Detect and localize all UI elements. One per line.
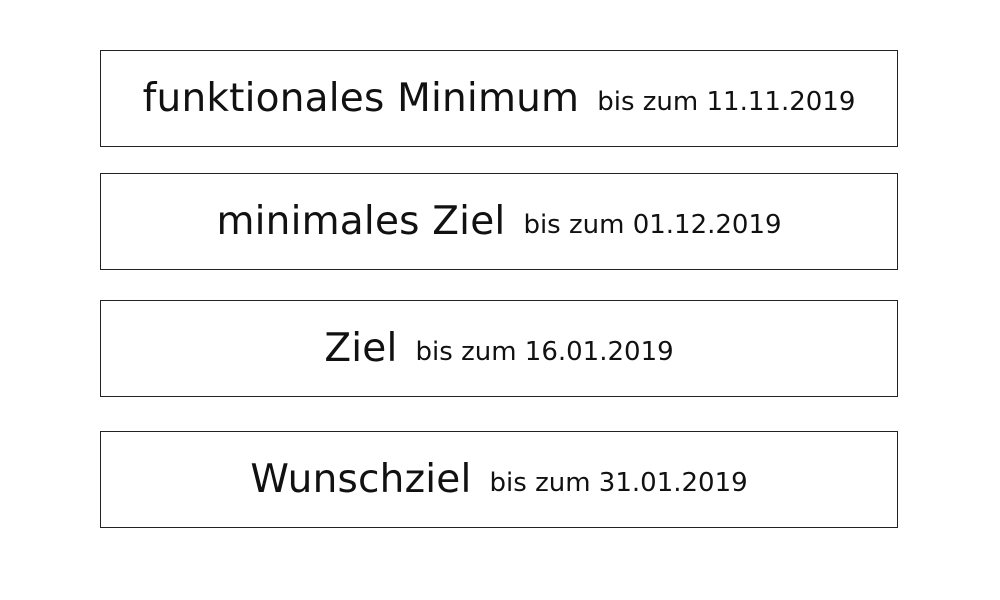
goal-box-goal: Ziel bis zum 16.01.2019 xyxy=(100,300,898,397)
goal-title: Ziel xyxy=(324,326,398,371)
goal-deadline: bis zum 31.01.2019 xyxy=(489,467,748,498)
goal-deadline: bis zum 11.11.2019 xyxy=(597,86,856,117)
goal-title: minimales Ziel xyxy=(216,199,506,244)
goal-box-functional-minimum: funktionales Minimum bis zum 11.11.2019 xyxy=(100,50,898,147)
goal-box-wish-goal: Wunschziel bis zum 31.01.2019 xyxy=(100,431,898,528)
goal-deadline: bis zum 01.12.2019 xyxy=(523,209,782,240)
goal-deadline: bis zum 16.01.2019 xyxy=(415,336,674,367)
goal-title: funktionales Minimum xyxy=(142,76,580,121)
goal-box-minimal-goal: minimales Ziel bis zum 01.12.2019 xyxy=(100,173,898,270)
goal-title: Wunschziel xyxy=(250,457,472,502)
